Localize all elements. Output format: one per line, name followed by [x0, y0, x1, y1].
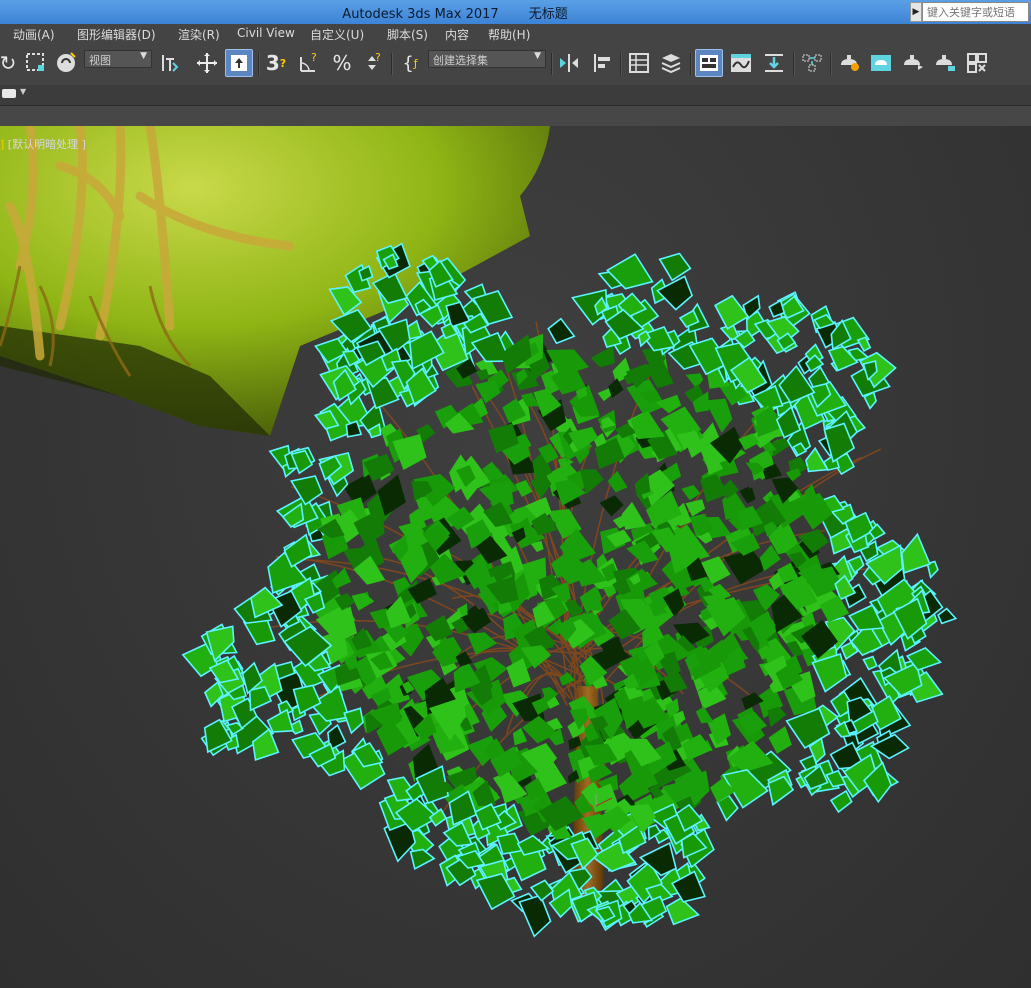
- menu-content[interactable]: 内容: [445, 26, 469, 43]
- title-bar: Autodesk 3ds Max 2017 无标题 ▶: [0, 0, 1031, 24]
- svg-text:?: ?: [375, 51, 381, 64]
- leaf: [343, 707, 364, 735]
- redo-icon[interactable]: ↻: [0, 49, 22, 77]
- chevron-down-icon[interactable]: ▼: [20, 87, 26, 96]
- snap-3d-icon[interactable]: 3?: [262, 49, 290, 77]
- leaf: [829, 789, 853, 814]
- layer-explorer-icon[interactable]: [657, 49, 685, 77]
- leaf: [512, 727, 528, 746]
- background-tree-object: [0, 126, 550, 436]
- chevron-down-icon: ▼: [140, 51, 147, 61]
- leaf: [599, 495, 624, 517]
- select-place-icon[interactable]: [225, 49, 253, 77]
- select-region-icon[interactable]: [22, 49, 50, 77]
- ribbon-toggle-icon[interactable]: [695, 49, 723, 77]
- leaf: [658, 252, 692, 282]
- render-iterative-icon[interactable]: [931, 49, 959, 77]
- select-by-name-icon[interactable]: [52, 49, 80, 77]
- leaf: [607, 470, 628, 493]
- material-editor-icon[interactable]: [798, 49, 826, 77]
- leaf: [805, 446, 830, 473]
- menu-toggle-icon[interactable]: [2, 89, 16, 98]
- viewport-scene: [0, 126, 958, 938]
- menu-scripting[interactable]: 脚本(S): [387, 26, 428, 43]
- curve-editor-icon[interactable]: [727, 49, 755, 77]
- menu-rendering[interactable]: 渲染(R): [178, 26, 220, 43]
- ribbon-area: [0, 106, 1031, 126]
- leaf: [937, 607, 958, 625]
- leaf: [579, 469, 604, 495]
- search-expand-button[interactable]: ▶: [910, 2, 922, 22]
- svg-text:?: ?: [311, 51, 317, 64]
- menu-civil-view[interactable]: Civil View: [237, 26, 295, 40]
- menu-help[interactable]: 帮助(H): [488, 26, 530, 43]
- leaf: [590, 345, 615, 368]
- search-input[interactable]: [922, 2, 1029, 22]
- leaf: [714, 294, 750, 330]
- render-production-icon[interactable]: [899, 49, 927, 77]
- leaf: [351, 592, 375, 611]
- edit-named-selection-icon[interactable]: {ƒ: [396, 49, 424, 77]
- leaf: [409, 848, 436, 870]
- align-icon[interactable]: [588, 49, 616, 77]
- mirror-icon[interactable]: [555, 49, 583, 77]
- view-dropdown[interactable]: 视图 ▼: [84, 50, 152, 68]
- document-title: 无标题: [528, 7, 568, 22]
- leaf: [768, 726, 792, 754]
- render-setup-icon[interactable]: [835, 49, 863, 77]
- menu-customize[interactable]: 自定义(U): [310, 26, 364, 43]
- leaf: [767, 706, 787, 727]
- app-title: Autodesk 3ds Max 2017: [342, 7, 499, 22]
- menu-bar: 动画(A) 图形编辑器(D) 渲染(R) Civil View 自定义(U) 脚…: [0, 24, 1031, 46]
- schematic-view-icon[interactable]: [760, 49, 788, 77]
- selection-set-label: 创建选择集: [433, 54, 488, 67]
- main-toolbar: ↻ 视图 ▼ 3? ? % ? {ƒ 创建选择集 ▼: [0, 45, 1031, 86]
- leaf: [518, 894, 552, 938]
- selection-set-dropdown[interactable]: 创建选择集 ▼: [428, 50, 546, 68]
- perspective-viewport[interactable]: ] [默认明暗处理 ]: [0, 126, 1031, 988]
- chevron-down-icon: ▼: [534, 51, 541, 61]
- active-shade-icon[interactable]: [963, 49, 991, 77]
- select-and-link-icon[interactable]: [156, 49, 184, 77]
- menu-animation[interactable]: 动画(A): [13, 26, 55, 43]
- rendered-frame-window-icon[interactable]: [867, 49, 895, 77]
- leaf: [685, 373, 704, 389]
- leaf: [621, 501, 647, 530]
- window-title: Autodesk 3ds Max 2017 无标题: [0, 3, 910, 22]
- viewport-shading-label[interactable]: ] [默认明暗处理 ]: [0, 136, 86, 152]
- percent-snap-icon[interactable]: %: [328, 49, 356, 77]
- shading-mode-label: [默认明暗处理 ]: [7, 138, 86, 151]
- leaf: [695, 706, 714, 724]
- scene-explorer-icon[interactable]: [625, 49, 653, 77]
- leaf: [685, 499, 706, 517]
- leaf: [516, 834, 551, 856]
- move-icon[interactable]: [193, 49, 221, 77]
- leaf: [547, 317, 576, 345]
- view-dropdown-label: 视图: [89, 54, 111, 67]
- secondary-toolbar: ▼: [0, 85, 1031, 106]
- spinner-snap-icon[interactable]: ?: [358, 49, 386, 77]
- angle-snap-icon[interactable]: ?: [295, 49, 323, 77]
- leaf: [862, 655, 878, 671]
- leaf: [900, 532, 931, 574]
- menu-graph-editors[interactable]: 图形编辑器(D): [77, 26, 156, 43]
